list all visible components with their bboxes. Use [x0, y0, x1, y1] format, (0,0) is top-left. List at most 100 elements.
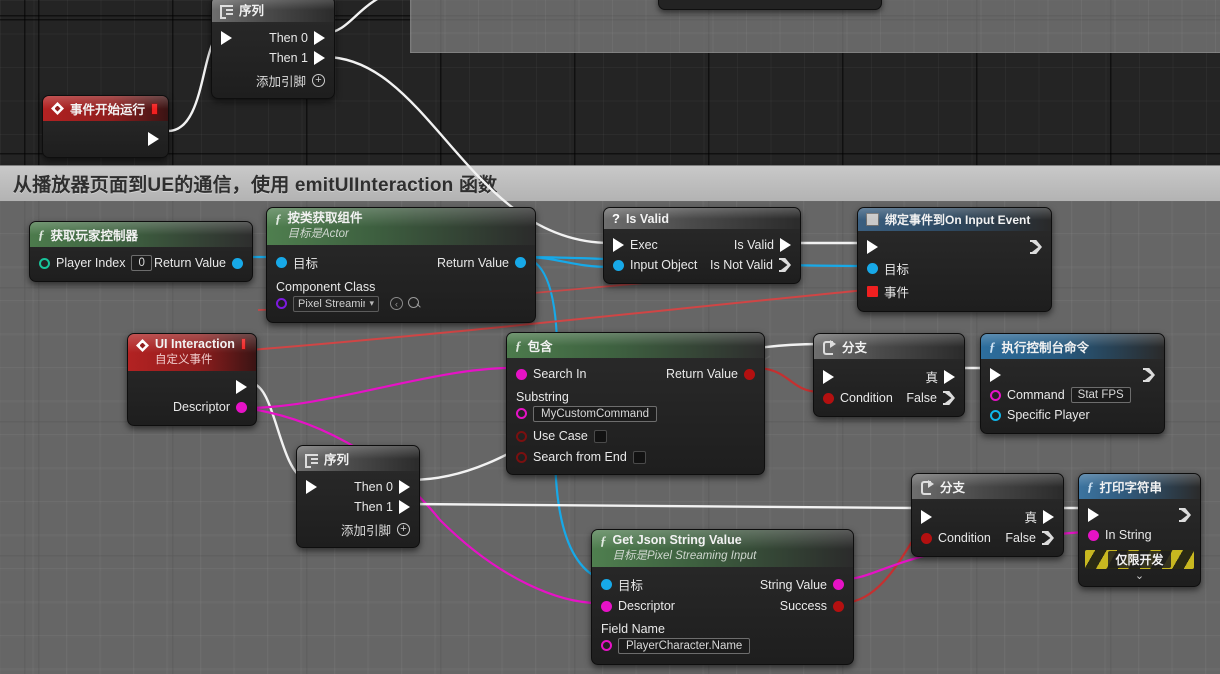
pin-row-field-name[interactable]: PlayerCharacter.Name — [592, 636, 853, 656]
target-pin[interactable] — [601, 579, 612, 590]
pin-row-input-object[interactable]: Input Object Is Not Valid — [604, 255, 800, 275]
chevron-down-icon[interactable]: ▾ — [369, 298, 374, 309]
return-value-pin[interactable] — [744, 368, 755, 380]
node-header[interactable]: ƒ 包含 — [507, 333, 764, 358]
add-pin-button[interactable]: 添加引脚 + — [297, 517, 419, 539]
expand-chevron-icon[interactable]: ⌄ — [1079, 570, 1200, 582]
descriptor-pin[interactable] — [601, 600, 612, 612]
pin-row-target[interactable]: 目标 Return Value — [267, 251, 535, 274]
node-get-json-string-value[interactable]: ƒ Get Json String Value 目标是Pixel Streami… — [591, 529, 854, 665]
condition-pin[interactable] — [921, 532, 932, 544]
blueprint-graph-canvas[interactable]: 从播放器页面到UE的通信，使用 emitUIInteraction 函数 序列 … — [0, 0, 1220, 674]
pin-row-use-case[interactable]: Use Case — [507, 424, 764, 445]
pin-row-then1[interactable]: Then 1 — [212, 48, 334, 68]
input-object-pin[interactable] — [613, 259, 624, 271]
node-header[interactable]: UI Interaction 自定义事件 — [128, 334, 256, 371]
pin-row-then0[interactable]: Then 0 — [212, 28, 334, 48]
pin-row-exec-out[interactable] — [43, 129, 168, 149]
node-header[interactable]: ? Is Valid — [604, 208, 800, 229]
node-header[interactable]: 分支 — [912, 474, 1063, 499]
false-exec-pin[interactable] — [943, 391, 955, 405]
node-header[interactable]: 绑定事件到On Input Event — [858, 208, 1051, 231]
pin-row-search-from-end[interactable]: Search from End — [507, 445, 764, 466]
node-header[interactable]: ƒ Get Json String Value 目标是Pixel Streami… — [592, 530, 853, 567]
pin-row-substring[interactable]: MyCustomCommand — [507, 404, 764, 424]
node-get-component-by-class[interactable]: ƒ 按类获取组件 目标是Actor 目标 Return Value Compon… — [266, 207, 536, 323]
then0-exec-pin[interactable] — [314, 31, 325, 45]
node-header[interactable]: ƒ 按类获取组件 目标是Actor — [267, 208, 535, 245]
node-print-string[interactable]: ƒ 打印字符串 In String 仅限开发 ⌄ — [1078, 473, 1201, 587]
pin-row-target[interactable]: 目标 String Value — [592, 573, 853, 596]
exec-in-pin[interactable] — [306, 480, 317, 494]
then1-exec-pin[interactable] — [399, 500, 410, 514]
node-execute-console-command[interactable]: ƒ 执行控制台命令 Command Stat FPS Specific Play… — [980, 333, 1165, 434]
pin-row-target[interactable]: 目标 — [858, 257, 1051, 280]
node-branch-bottom[interactable]: 分支 真 Condition False — [911, 473, 1064, 557]
use-case-pin[interactable] — [516, 430, 527, 442]
pin-row-exec[interactable] — [1079, 505, 1200, 525]
pin-row-specific-player[interactable]: Specific Player — [981, 405, 1164, 425]
node-header[interactable]: 序列 — [297, 446, 419, 471]
pin-row-condition[interactable]: Condition False — [814, 388, 964, 408]
search-from-end-checkbox[interactable] — [632, 450, 646, 464]
pin-row-descriptor[interactable]: Descriptor — [128, 397, 256, 417]
substring-input[interactable]: MyCustomCommand — [533, 405, 657, 422]
node-sequence-top[interactable]: 序列 Then 0 Then 1 添加引脚 + — [211, 0, 335, 99]
in-string-pin[interactable] — [1088, 529, 1099, 541]
plus-icon[interactable]: + — [312, 74, 325, 87]
browse-to-asset-icon[interactable]: ‹ — [390, 297, 403, 310]
command-input[interactable]: Stat FPS — [1070, 387, 1131, 403]
target-pin[interactable] — [276, 257, 287, 268]
then1-exec-pin[interactable] — [314, 51, 325, 65]
search-in-pin[interactable] — [516, 368, 527, 380]
pin-row-exec[interactable]: 真 — [814, 365, 964, 388]
condition-pin[interactable] — [823, 392, 834, 404]
pin-row-search-in[interactable]: Search In Return Value — [507, 364, 764, 384]
node-header[interactable]: 分支 — [814, 334, 964, 359]
exec-in-pin[interactable] — [823, 369, 834, 384]
pin-row-exec[interactable]: Exec Is Valid — [604, 235, 800, 255]
exec-in-pin[interactable] — [221, 31, 232, 45]
node-event-begin-play[interactable]: 事件开始运行 — [42, 95, 169, 158]
field-name-input[interactable]: PlayerCharacter.Name — [618, 637, 751, 654]
pin-row-event[interactable]: 事件 — [858, 280, 1051, 303]
target-pin[interactable] — [867, 263, 878, 274]
node-ui-interaction-event[interactable]: UI Interaction 自定义事件 Descriptor — [127, 333, 257, 426]
event-stop-icon[interactable] — [240, 338, 246, 350]
event-stop-icon[interactable] — [151, 102, 158, 115]
offscreen-node-top[interactable] — [658, 0, 882, 10]
node-header[interactable]: ƒ 打印字符串 — [1079, 474, 1200, 499]
player-index-pin[interactable] — [39, 257, 50, 269]
node-header[interactable]: ƒ 执行控制台命令 — [981, 334, 1164, 359]
exec-out-pin[interactable] — [1179, 508, 1191, 522]
field-name-pin[interactable] — [601, 640, 612, 651]
specific-player-pin[interactable] — [990, 409, 1001, 421]
pin-row-exec-out[interactable] — [128, 377, 256, 397]
plus-icon[interactable]: + — [397, 523, 410, 536]
comment-box-header[interactable]: 从播放器页面到UE的通信，使用 emitUIInteraction 函数 — [0, 166, 1220, 201]
command-pin[interactable] — [990, 389, 1001, 401]
node-header[interactable]: ƒ 获取玩家控制器 — [30, 222, 252, 247]
pin-row-exec[interactable] — [981, 365, 1164, 385]
search-icon[interactable] — [408, 297, 421, 310]
node-bind-event-on-input-event[interactable]: 绑定事件到On Input Event 目标 事件 — [857, 207, 1052, 312]
pin-row-then1[interactable]: Then 1 — [297, 497, 419, 517]
add-pin-button[interactable]: 添加引脚 + — [212, 68, 334, 90]
player-index-input[interactable]: 0 — [131, 255, 152, 271]
node-header[interactable]: 序列 — [212, 0, 334, 22]
node-branch-top[interactable]: 分支 真 Condition False — [813, 333, 965, 417]
pin-row-player-index[interactable]: Player Index 0 Return Value — [30, 253, 252, 273]
substring-pin[interactable] — [516, 408, 527, 419]
exec-out-pin[interactable] — [1030, 240, 1042, 254]
string-value-pin[interactable] — [833, 579, 844, 590]
pin-row-descriptor[interactable]: Descriptor Success — [592, 596, 853, 616]
success-pin[interactable] — [833, 600, 844, 612]
pin-row-command[interactable]: Command Stat FPS — [981, 385, 1164, 405]
node-is-valid[interactable]: ? Is Valid Exec Is Valid Input Object Is… — [603, 207, 801, 284]
node-header[interactable]: 事件开始运行 — [43, 96, 168, 121]
pin-row-exec[interactable]: 真 — [912, 505, 1063, 528]
component-class-pin[interactable] — [276, 298, 287, 309]
pin-row-exec[interactable] — [858, 237, 1051, 257]
is-valid-exec-pin[interactable] — [780, 238, 791, 252]
descriptor-pin[interactable] — [236, 401, 247, 413]
